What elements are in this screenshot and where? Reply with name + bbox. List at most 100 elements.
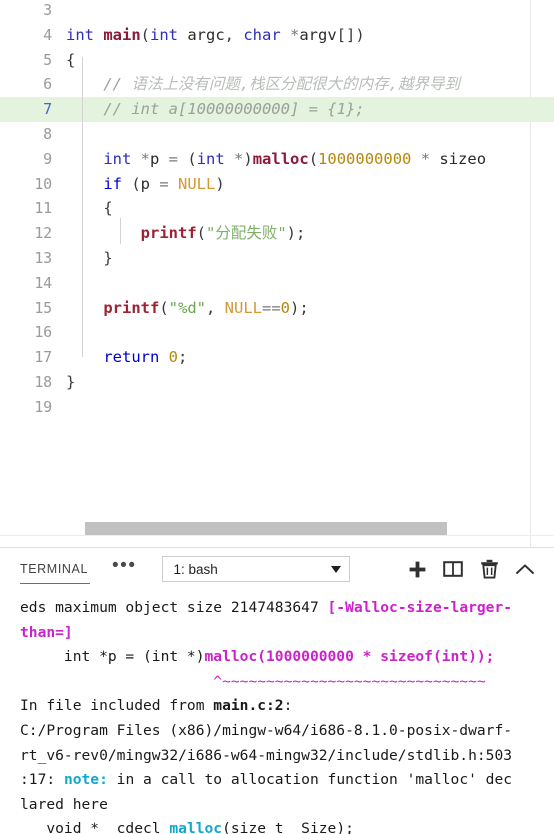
code-line[interactable]: 11 { <box>0 196 554 221</box>
code-line[interactable]: 9 int *p = (int *)malloc(1000000000 * si… <box>0 147 554 172</box>
terminal-token: In file included from <box>20 697 214 715</box>
code-line-text: printf("%d", NULL==0); <box>66 296 554 321</box>
code-token: ( <box>159 298 169 317</box>
code-token: ; <box>178 348 188 367</box>
code-token: char <box>243 25 290 44</box>
line-number: 10 <box>34 174 52 193</box>
code-line[interactable]: 12 printf("分配失败"); <box>0 221 554 246</box>
terminal-token: (size_t _Size); <box>222 820 354 834</box>
code-line[interactable]: 15 printf("%d", NULL==0); <box>0 296 554 321</box>
line-number: 8 <box>43 124 52 143</box>
code-line[interactable]: 8 <box>0 122 554 147</box>
code-line-text: // 语法上没有问题,栈区分配很大的内存,越界导到 <box>66 72 554 97</box>
code-line-text: } <box>66 370 554 395</box>
code-line[interactable]: 3 <box>0 0 554 23</box>
terminal-token: ^~~~~~~~~~~~~~~~~~~~~~~~~~~~~~~ <box>20 672 486 690</box>
terminal-token: :17: <box>20 771 64 789</box>
code-token: int <box>66 25 104 44</box>
code-line-text: int *p = (int *)malloc(1000000000 * size… <box>66 147 554 172</box>
split-terminal-button[interactable] <box>436 554 470 584</box>
terminal-token: int *p = (int *) <box>20 648 205 666</box>
code-token: 语法上没有问题,栈区分配很大的内存,越界导到 <box>131 75 460 94</box>
line-number: 13 <box>34 248 52 267</box>
line-number: 17 <box>34 348 52 367</box>
code-token: "%d" <box>168 298 206 317</box>
code-line[interactable]: 10 if (p = NULL) <box>0 172 554 197</box>
line-number: 16 <box>34 323 52 342</box>
chevron-up-icon <box>516 564 534 574</box>
code-line[interactable]: 4 int main(int argc, char *argv[]) <box>0 23 554 48</box>
code-line[interactable]: 5{ <box>0 48 554 73</box>
terminal-token: : <box>283 697 293 715</box>
line-number: 12 <box>34 224 52 243</box>
code-token: ); <box>286 224 306 243</box>
code-line[interactable]: 17 return 0; <box>0 345 554 370</box>
terminal-token: in a call to allocation function 'malloc… <box>107 771 513 789</box>
editor-horizontal-scrollbar[interactable] <box>0 522 554 535</box>
line-number: 4 <box>43 25 52 44</box>
code-token: 1000000000 <box>318 149 412 168</box>
code-token: NULL <box>178 174 216 193</box>
terminal-selector-dropdown[interactable]: 1: bash <box>162 556 351 582</box>
code-token: sizeo <box>439 149 487 168</box>
code-line[interactable]: 18} <box>0 370 554 395</box>
code-line[interactable]: 7 // int a[10000000000] = {1}; <box>0 97 554 122</box>
code-token: 0 <box>168 348 178 367</box>
terminal-token: main.c:2 <box>213 697 284 715</box>
maximize-panel-button[interactable] <box>508 554 542 584</box>
code-line[interactable]: 16 <box>0 320 554 345</box>
code-token: { <box>103 199 113 218</box>
terminal-line: eds maximum object size 2147483647 [-Wal… <box>20 596 554 621</box>
code-token: ) <box>243 149 253 168</box>
chevron-down-icon <box>331 565 342 573</box>
code-token: "分配失败" <box>206 224 287 243</box>
code-token: * <box>140 149 150 168</box>
code-line[interactable]: 14 <box>0 271 554 296</box>
terminal-token: malloc(1000000000 * sizeof(int)); <box>204 648 495 666</box>
code-token: , <box>224 25 244 44</box>
code-token: int <box>150 25 188 44</box>
code-line-text: if (p = NULL) <box>66 172 554 197</box>
code-line[interactable]: 19 <box>0 395 554 420</box>
code-token: if <box>103 174 132 193</box>
line-number: 6 <box>43 75 52 94</box>
terminal-line: than=] <box>20 621 554 646</box>
code-line-text: { <box>66 196 554 221</box>
editor-horizontal-scrollbar-thumb[interactable] <box>85 522 447 535</box>
line-number: 3 <box>43 1 52 19</box>
tab-terminal[interactable]: TERMINAL <box>20 548 91 590</box>
code-token: * <box>290 25 300 44</box>
code-line[interactable]: 13 } <box>0 246 554 271</box>
code-token: main <box>103 25 141 44</box>
line-number: 7 <box>43 100 52 119</box>
panel-more-icon[interactable]: ••• <box>112 556 136 580</box>
code-line-text: return 0; <box>66 345 554 370</box>
code-token: p <box>150 149 169 168</box>
terminal-line: ^~~~~~~~~~~~~~~~~~~~~~~~~~~~~~~ <box>20 670 554 695</box>
code-editor[interactable]: 3 4 int main(int argc, char *argv[]) 5{6 //… <box>0 0 554 547</box>
trash-icon <box>480 559 498 579</box>
code-token: ); <box>290 298 309 317</box>
line-number: 15 <box>34 298 52 317</box>
code-line-text: { <box>66 48 554 73</box>
code-token: // <box>103 75 132 94</box>
code-token: argc <box>187 25 225 44</box>
line-number: 14 <box>34 273 52 292</box>
line-number: 5 <box>43 50 52 69</box>
terminal-token: void *__cdecl <box>20 820 170 834</box>
terminal-token: note: <box>63 771 108 789</box>
line-number: 11 <box>34 199 52 218</box>
editor-bottom-divider <box>0 535 554 536</box>
kill-terminal-button[interactable] <box>472 554 506 584</box>
terminal-output[interactable]: eds maximum object size 2147483647 [-Wal… <box>0 590 554 834</box>
new-terminal-button[interactable] <box>400 554 434 584</box>
code-token: return <box>103 348 169 367</box>
code-line[interactable]: 6 // 语法上没有问题,栈区分配很大的内存,越界导到 <box>0 72 554 97</box>
